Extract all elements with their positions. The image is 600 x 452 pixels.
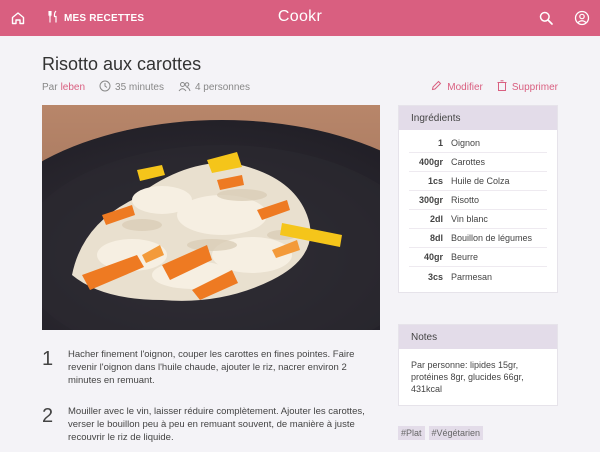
ingredient-row: 1cs Huile de Colza xyxy=(409,172,547,191)
search-icon[interactable] xyxy=(538,10,554,26)
ingredient-row: 2dl Vin blanc xyxy=(409,210,547,229)
duration: 35 minutes xyxy=(99,80,164,95)
ingredient-qty: 300gr xyxy=(418,195,443,205)
ingredient-row: 400gr Carottes xyxy=(409,153,547,172)
top-bar: MES RECETTES Cookr xyxy=(0,0,600,36)
step-number: 1 xyxy=(42,348,54,370)
ingredient-name: Beurre xyxy=(451,252,479,262)
user-icon[interactable] xyxy=(574,10,590,26)
ingredient-name: Vin blanc xyxy=(451,214,488,224)
recipe-meta: Par leben 35 minutes 4 personnes xyxy=(42,80,250,95)
step-text: Hacher finement l'oignon, couper les car… xyxy=(68,349,355,386)
ingredient-qty: 400gr xyxy=(418,157,443,167)
step-1: 1 Hacher finement l'oignon, couper les c… xyxy=(42,348,368,387)
ingredient-name: Oignon xyxy=(451,138,481,148)
ingredient-qty: 1 xyxy=(437,138,443,148)
clock-icon xyxy=(99,80,111,95)
notes-card: Notes Par personne: lipides 15gr, protéi… xyxy=(398,324,558,406)
ingredient-row: 8dl Bouillon de légumes xyxy=(409,229,547,248)
author-link[interactable]: leben xyxy=(61,82,85,93)
notes-text: Par personne: lipides 15gr, protéines 8g… xyxy=(411,360,524,394)
ingredient-row: 40gr Beurre xyxy=(409,248,547,267)
tag-vegetarien[interactable]: #Végétarien xyxy=(428,426,484,440)
ingredient-row: 300gr Risotto xyxy=(409,191,547,210)
ingredient-qty: 2dl xyxy=(429,214,443,224)
tag-list: #Plat #Végétarien xyxy=(398,426,484,440)
edit-label: Modifier xyxy=(447,81,483,93)
step-text: Mouiller avec le vin, laisser réduire co… xyxy=(68,406,365,443)
servings: 4 personnes xyxy=(178,81,250,95)
ingredients-card: Ingrédients 1 Oignon 400gr Carottes 1cs Hui… xyxy=(398,105,558,293)
home-icon[interactable] xyxy=(10,10,26,26)
recipe-photo xyxy=(42,105,380,330)
delete-button[interactable]: Supprimer xyxy=(497,80,558,94)
ingredient-row: 1 Oignon xyxy=(409,134,547,153)
tag-plat[interactable]: #Plat xyxy=(398,426,425,440)
ingredient-name: Carottes xyxy=(451,157,486,167)
ingredient-qty: 1cs xyxy=(427,176,443,186)
recipe-actions: Modifier Supprimer xyxy=(431,80,558,94)
ingredient-name: Bouillon de légumes xyxy=(451,233,533,243)
nav-my-recipes[interactable]: MES RECETTES xyxy=(48,10,144,26)
nav-label: MES RECETTES xyxy=(64,12,145,24)
cutlery-icon xyxy=(48,10,59,26)
people-icon xyxy=(178,81,191,95)
notes-title: Notes xyxy=(399,325,557,349)
delete-label: Supprimer xyxy=(511,81,558,93)
trash-icon xyxy=(497,80,507,94)
recipe-title: Risotto aux carottes xyxy=(42,54,202,74)
ingredient-qty: 40gr xyxy=(423,252,443,262)
ingredient-name: Risotto xyxy=(451,195,480,205)
servings-text: 4 personnes xyxy=(194,82,250,93)
edit-button[interactable]: Modifier xyxy=(431,80,483,94)
step-number: 2 xyxy=(42,405,54,427)
duration-text: 35 minutes xyxy=(115,82,164,93)
ingredient-name: Parmesan xyxy=(451,271,493,282)
ingredient-name: Huile de Colza xyxy=(451,176,510,186)
ingredient-qty: 8dl xyxy=(429,233,443,243)
ingredients-title: Ingrédients xyxy=(399,106,557,130)
pencil-icon xyxy=(431,80,442,94)
ingredient-row: 3cs Parmesan xyxy=(409,267,547,286)
ingredient-qty: 3cs xyxy=(427,271,443,282)
author-prefix: Par xyxy=(42,82,58,93)
ingredients-list: 1 Oignon 400gr Carottes 1cs Huile de Colza … xyxy=(399,130,557,292)
step-2: 2 Mouiller avec le vin, laisser réduire … xyxy=(42,405,368,444)
